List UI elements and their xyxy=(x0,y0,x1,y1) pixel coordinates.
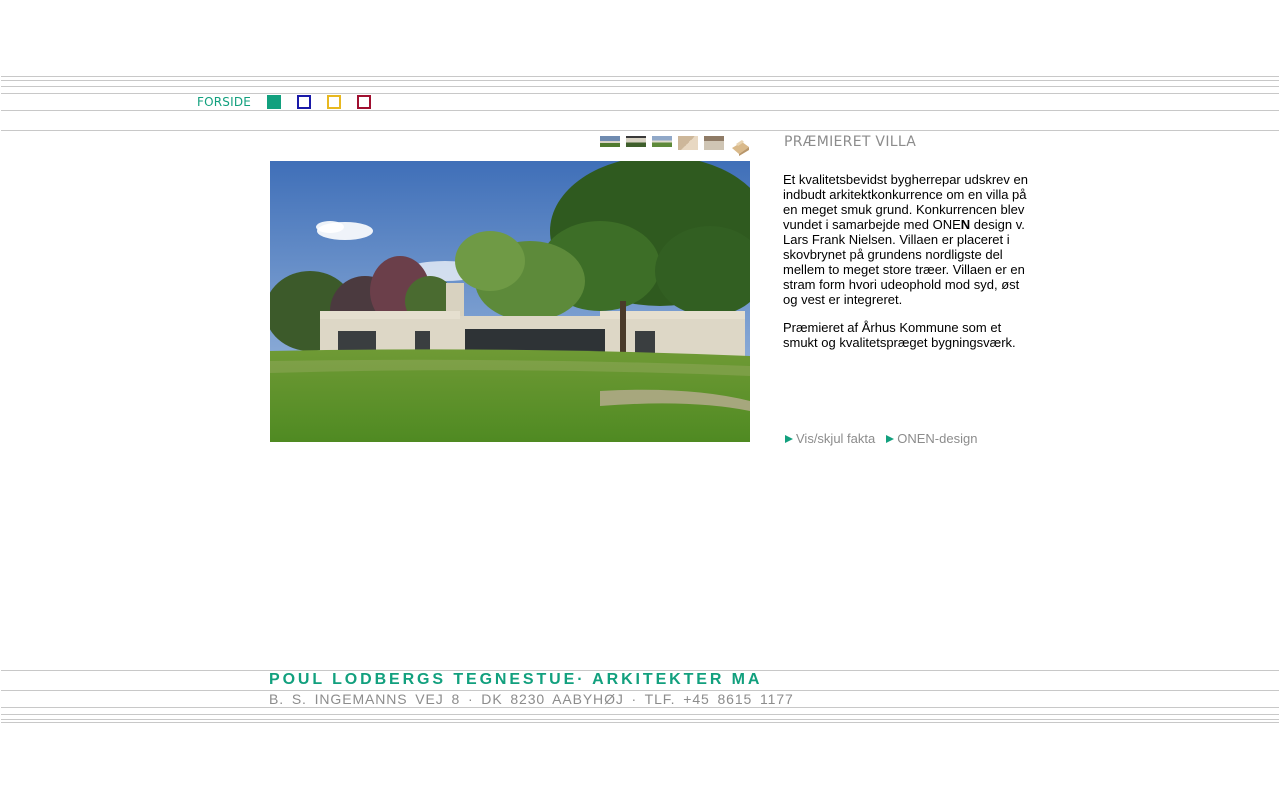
thumbnail-2[interactable] xyxy=(626,136,646,147)
nav-home-link[interactable]: FORSIDE xyxy=(197,95,251,109)
divider xyxy=(1,719,1279,720)
thumbnail-3[interactable] xyxy=(652,136,672,147)
footer-address: B. S. INGEMANNS VEJ 8 · DK 8230 AABYHØJ … xyxy=(269,691,794,707)
thumbnail-1[interactable] xyxy=(600,136,620,147)
onen-design-label: ONEN-design xyxy=(897,431,978,446)
toggle-facts-link[interactable]: Vis/skjul fakta xyxy=(785,431,875,446)
play-arrow-icon xyxy=(886,434,895,443)
page: FORSIDE PRÆMIERET VILLA Et kvalitetsbevi… xyxy=(0,0,1280,800)
thumbnail-5[interactable] xyxy=(704,136,724,150)
divider xyxy=(1,93,1279,94)
nav-square-yellow[interactable] xyxy=(327,95,342,109)
divider xyxy=(1,722,1279,723)
divider xyxy=(1,80,1279,81)
nav-square-blue[interactable] xyxy=(297,95,312,109)
main-nav: FORSIDE xyxy=(197,95,387,109)
divider xyxy=(1,707,1279,708)
onen-design-link[interactable]: ONEN-design xyxy=(886,431,977,446)
villa-photo xyxy=(270,161,750,442)
divider xyxy=(1,110,1279,111)
project-links: Vis/skjul fakta ONEN-design xyxy=(785,431,977,446)
project-description: Et kvalitetsbevidst bygherrepar udskrev … xyxy=(783,172,1033,363)
play-arrow-icon xyxy=(785,434,793,443)
divider xyxy=(1,714,1279,715)
divider xyxy=(1,130,1279,131)
toggle-facts-label: Vis/skjul fakta xyxy=(796,431,876,446)
description-paragraph: Et kvalitetsbevidst bygherrepar udskrev … xyxy=(783,172,1033,307)
thumbnail-4[interactable] xyxy=(678,136,698,150)
nav-square-red[interactable] xyxy=(357,95,372,109)
footer-company-name: POUL LODBERGS TEGNESTUE· ARKITEKTER MA xyxy=(269,671,763,688)
project-title: PRÆMIERET VILLA xyxy=(784,134,917,150)
thumbnail-6[interactable] xyxy=(730,138,750,156)
thumbnail-strip xyxy=(600,136,750,156)
description-paragraph: Præmieret af Århus Kommune som et smukt … xyxy=(783,320,1016,350)
hero-image xyxy=(270,161,750,442)
divider xyxy=(1,86,1279,87)
description-bold: N xyxy=(960,217,971,232)
nav-square-green[interactable] xyxy=(267,95,282,109)
divider xyxy=(1,76,1279,77)
